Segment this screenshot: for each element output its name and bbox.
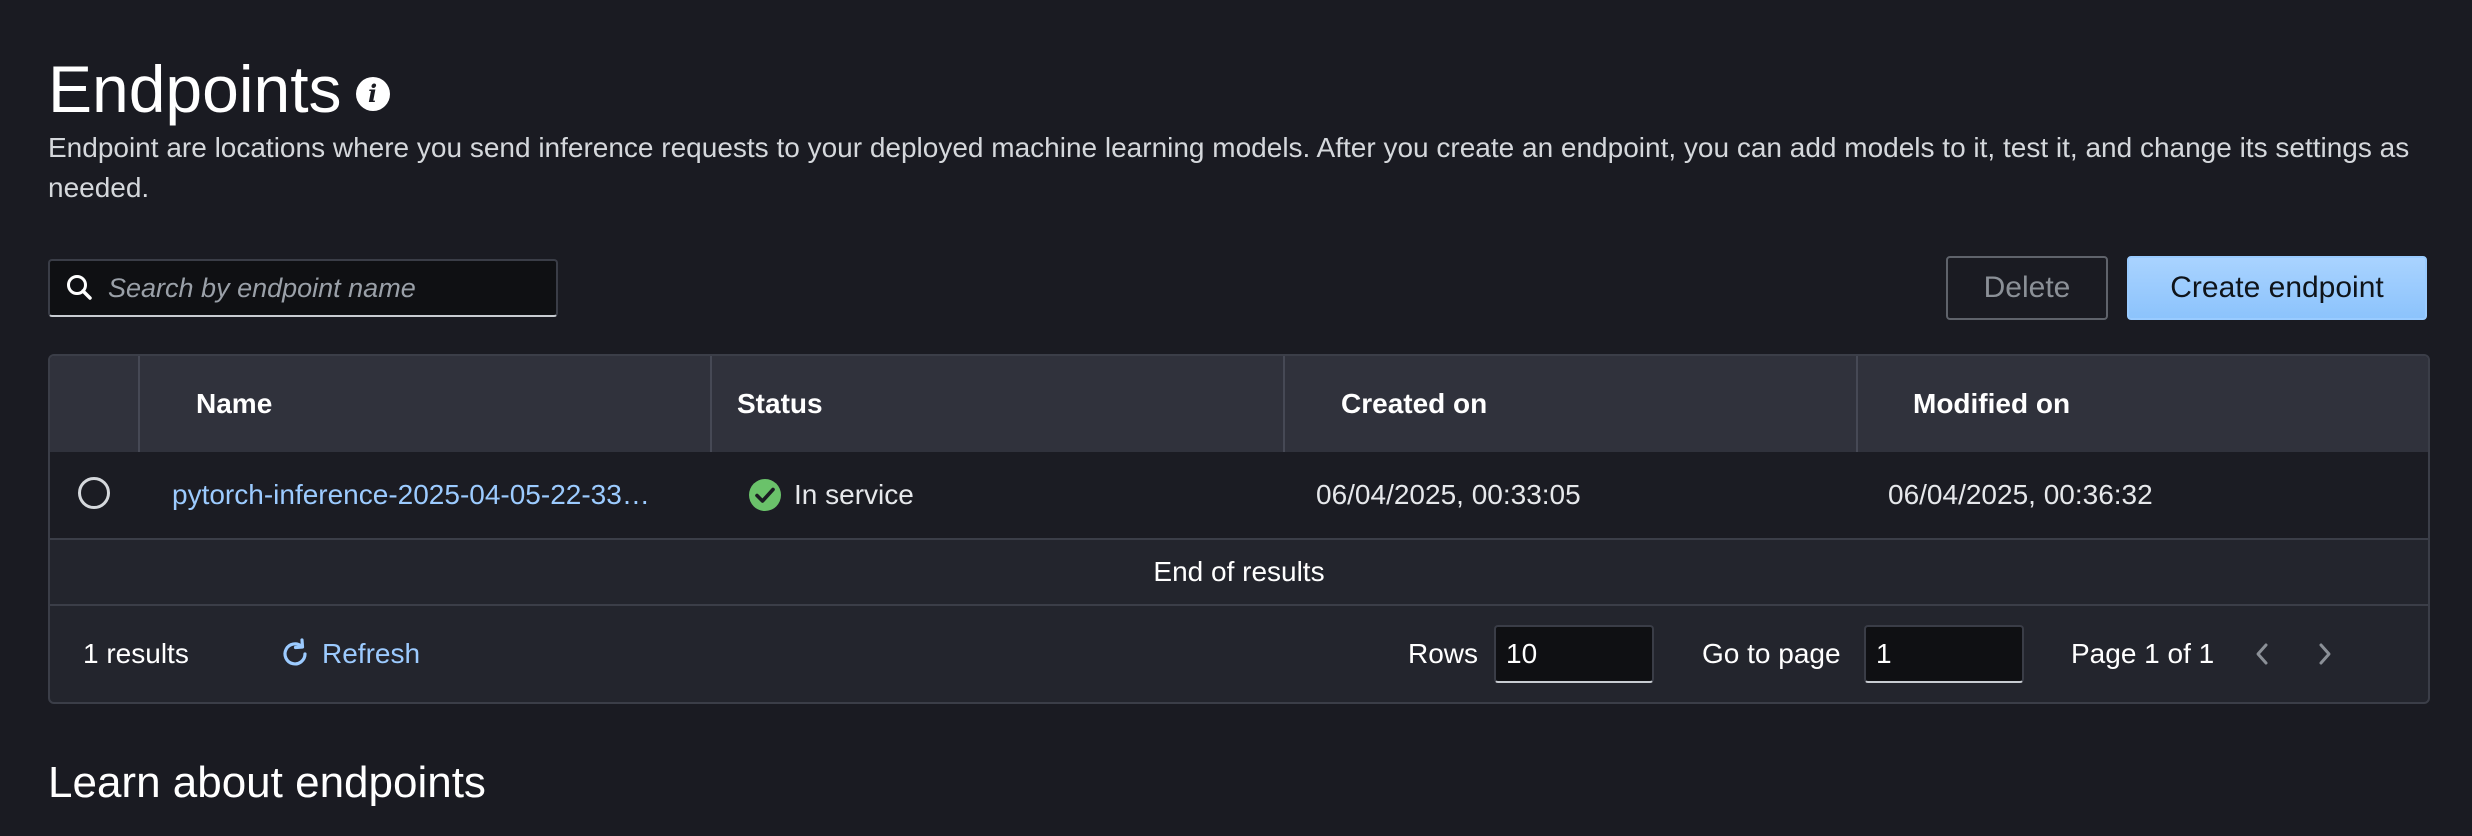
table-footer: 1 results Refresh Rows Go to page Page 1… [50, 606, 2428, 702]
endpoint-name-link[interactable]: pytorch-inference-2025-04-05-22-33… [172, 479, 682, 511]
go-to-page-label: Go to page [1702, 638, 1841, 669]
results-count: 1 results [83, 638, 189, 669]
page-description: Endpoint are locations where you send in… [48, 132, 2410, 203]
page: Endpoints i Endpoint are locations where… [0, 0, 2472, 836]
info-icon[interactable]: i [355, 77, 390, 111]
status-text: In service [794, 479, 914, 510]
search-input[interactable] [108, 261, 556, 315]
created-on-cell: 06/04/2025, 00:33:05 [1316, 479, 1581, 510]
search-icon [67, 275, 92, 300]
status-cell: In service [748, 452, 914, 538]
delete-button[interactable]: Delete [1946, 256, 2108, 320]
modified-on-cell: 06/04/2025, 00:36:32 [1888, 479, 2153, 510]
refresh-label: Refresh [322, 638, 421, 669]
page-title: Endpoints [48, 52, 342, 126]
rows-input[interactable] [1494, 625, 1654, 683]
refresh-button[interactable]: Refresh [278, 606, 420, 702]
page-title-row: Endpoints i [48, 54, 390, 124]
chevron-right-icon[interactable] [2307, 606, 2343, 702]
page-indicator: Page 1 of 1 [2071, 638, 2215, 669]
column-header-created-on[interactable]: Created on [1341, 356, 1487, 452]
chevron-left-icon[interactable] [2244, 606, 2280, 702]
table-header: Name Status Created on Modified on [50, 356, 2428, 452]
name-cell: pytorch-inference-2025-04-05-22-33… [172, 452, 682, 538]
go-to-page-input[interactable] [1864, 625, 2024, 683]
endpoints-table: Name Status Created on Modified on pytor… [48, 354, 2430, 704]
rows-label: Rows [1408, 638, 1479, 669]
column-header-modified-on[interactable]: Modified on [1913, 356, 2070, 452]
row-select-radio[interactable] [78, 477, 110, 509]
end-of-results: End of results [50, 540, 2428, 606]
refresh-icon [283, 638, 307, 666]
search-box [48, 259, 558, 317]
column-header-status[interactable]: Status [737, 356, 823, 452]
table-row[interactable]: pytorch-inference-2025-04-05-22-33… In s… [50, 452, 2428, 540]
column-header-name[interactable]: Name [196, 356, 272, 452]
check-circle-icon [749, 479, 781, 511]
learn-section-title: Learn about endpoints [48, 758, 486, 807]
create-endpoint-button[interactable]: Create endpoint [2127, 256, 2427, 320]
